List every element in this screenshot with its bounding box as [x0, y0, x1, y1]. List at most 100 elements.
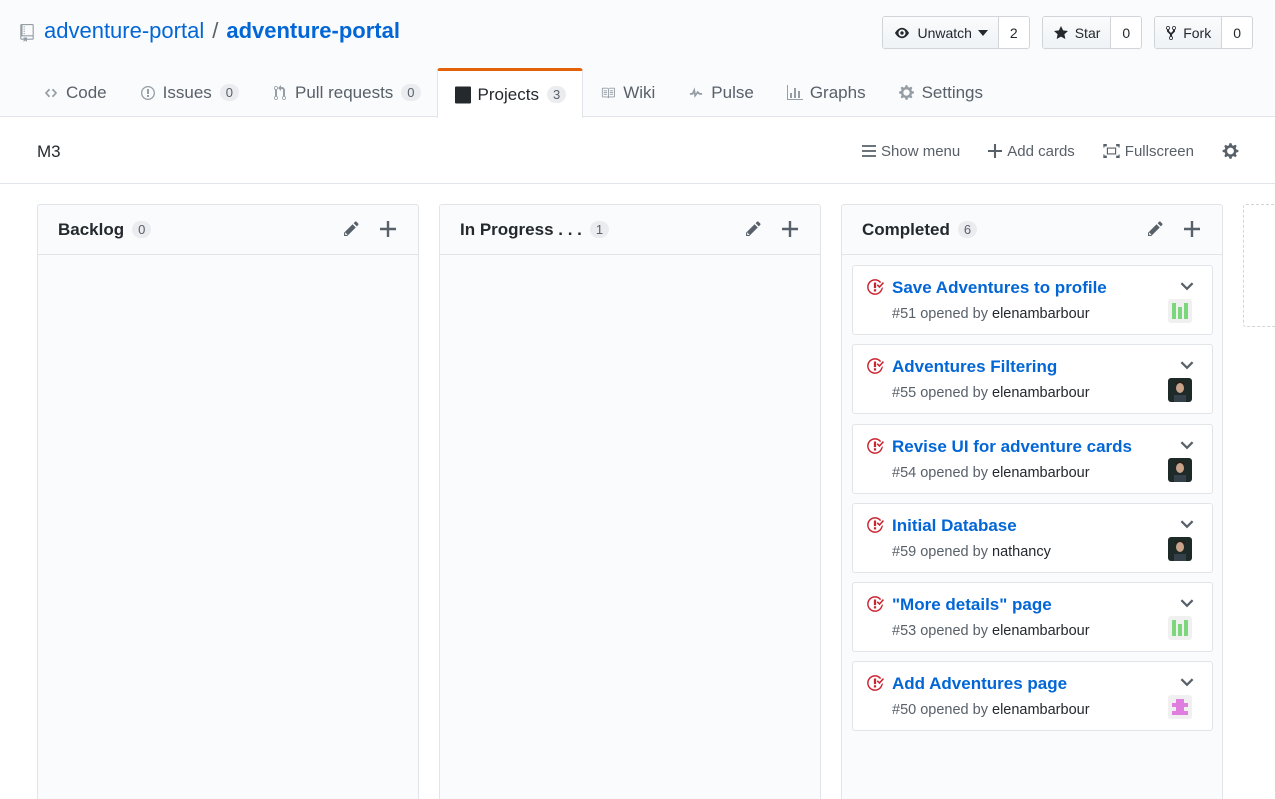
tab-code[interactable]: Code [26, 68, 123, 117]
chevron-down-icon[interactable] [1180, 437, 1194, 453]
plus-icon[interactable] [782, 220, 798, 237]
column-count: 0 [132, 221, 152, 238]
column-completed: Completed 6 Save Adventures to profile #… [841, 204, 1223, 799]
unwatch-button[interactable]: Unwatch [883, 17, 999, 48]
column-count: 6 [957, 221, 978, 238]
avatar[interactable] [1168, 537, 1192, 561]
code-icon [42, 86, 60, 100]
card-title[interactable]: Adventures Filtering [892, 357, 1057, 377]
plus-icon[interactable] [1184, 220, 1200, 237]
tab-projects[interactable]: Projects 3 [436, 68, 584, 118]
column-actions [745, 220, 798, 237]
issue-number: #51 [892, 306, 917, 322]
card-author[interactable]: nathancy [992, 544, 1051, 560]
opened-by-text: opened by [920, 306, 988, 322]
caret-down-icon [977, 29, 988, 36]
card-title[interactable]: Initial Database [892, 516, 1017, 536]
avatar[interactable] [1168, 458, 1192, 482]
issue-card[interactable]: Save Adventures to profile #51 opened by… [852, 265, 1213, 335]
card-author[interactable]: elenambarbour [992, 306, 1090, 322]
column-title: Completed [862, 219, 950, 239]
issue-card[interactable]: Revise UI for adventure cards #54 opened… [852, 424, 1213, 494]
project-name: M3 [37, 142, 61, 161]
tab-settings[interactable]: Settings [882, 68, 999, 117]
pencil-icon[interactable] [1147, 220, 1164, 237]
column-title: Backlog [58, 219, 125, 239]
avatar[interactable] [1168, 695, 1192, 719]
pulse-icon [687, 86, 705, 100]
repo-actions: Unwatch 2 Star 0 Fork 0 [882, 16, 1253, 49]
repo-header: adventure-portal / adventure-portal Unwa… [0, 0, 1275, 118]
issue-card[interactable]: Add Adventures page #50 opened by elenam… [852, 661, 1213, 731]
closed-issue-icon [865, 595, 885, 616]
issue-card[interactable]: Initial Database #59 opened by nathancy [852, 503, 1213, 573]
fullscreen-button[interactable]: Fullscreen [1103, 143, 1194, 160]
column-header: Backlog 0 [38, 205, 418, 255]
repo-title: adventure-portal / adventure-portal [20, 18, 400, 44]
tab-pulse[interactable]: Pulse [671, 68, 770, 117]
issue-card[interactable]: "More details" page #53 opened by elenam… [852, 582, 1213, 652]
gear-icon [1222, 143, 1239, 159]
opened-by-text: opened by [920, 623, 988, 639]
issue-number: #50 [892, 702, 917, 718]
avatar[interactable] [1168, 299, 1192, 323]
column-header: Completed 6 [842, 205, 1222, 255]
chevron-down-icon[interactable] [1180, 516, 1194, 532]
avatar[interactable] [1168, 616, 1192, 640]
issue-number: #53 [892, 623, 917, 639]
plus-icon [988, 144, 1003, 158]
tab-code-label: Code [66, 82, 107, 102]
watchers-count[interactable]: 2 [998, 17, 1029, 48]
repo-owner-link[interactable]: adventure-portal [44, 18, 204, 44]
chevron-down-icon[interactable] [1180, 357, 1194, 373]
star-button[interactable]: Star [1042, 17, 1112, 48]
tab-pulse-label: Pulse [711, 82, 754, 102]
card-author[interactable]: elenambarbour [992, 623, 1090, 639]
issue-number: #59 [892, 544, 917, 560]
repo-separator: / [212, 18, 219, 43]
tab-wiki-label: Wiki [623, 82, 656, 102]
pull-requests-counter: 0 [401, 84, 421, 101]
card-meta: #53 opened by elenambarbour [892, 623, 1090, 639]
chevron-down-icon[interactable] [1180, 278, 1194, 294]
tab-wiki[interactable]: Wiki [583, 68, 671, 117]
repo-icon [20, 22, 34, 42]
card-meta: #54 opened by elenambarbour [892, 465, 1090, 481]
issues-counter: 0 [219, 84, 240, 101]
tab-issues[interactable]: Issues 0 [123, 68, 255, 117]
fork-button[interactable]: Fork [1155, 17, 1223, 48]
pencil-icon[interactable] [343, 220, 360, 237]
repo-name-link[interactable]: adventure-portal [226, 18, 400, 44]
card-title[interactable]: "More details" page [892, 595, 1052, 615]
graph-icon [786, 84, 804, 101]
avatar[interactable] [1168, 378, 1192, 402]
card-title[interactable]: Add Adventures page [892, 674, 1067, 694]
column-title: In Progress . . . [460, 219, 582, 239]
add-column-placeholder[interactable] [1243, 204, 1275, 327]
stars-count[interactable]: 0 [1111, 17, 1142, 48]
issue-number: #55 [892, 385, 917, 401]
chevron-down-icon[interactable] [1180, 674, 1194, 690]
tab-graphs[interactable]: Graphs [770, 68, 882, 117]
add-cards-button[interactable]: Add cards [988, 143, 1075, 160]
card-title[interactable]: Revise UI for adventure cards [892, 437, 1132, 457]
hamburger-icon [862, 145, 877, 157]
pencil-icon[interactable] [745, 220, 762, 237]
fullscreen-icon [1103, 144, 1120, 158]
card-author[interactable]: elenambarbour [992, 702, 1090, 718]
tab-pull-requests[interactable]: Pull requests 0 [255, 68, 437, 117]
issue-card[interactable]: Adventures Filtering #55 opened by elena… [852, 344, 1213, 414]
eye-icon [895, 27, 910, 38]
project-settings-button[interactable] [1222, 142, 1239, 160]
plus-icon[interactable] [380, 220, 396, 237]
chevron-down-icon[interactable] [1180, 595, 1194, 611]
tab-issues-label: Issues [162, 82, 212, 102]
show-menu-button[interactable]: Show menu [862, 143, 960, 160]
star-icon [1053, 25, 1068, 39]
tab-pull-requests-label: Pull requests [295, 82, 394, 102]
card-title[interactable]: Save Adventures to profile [892, 278, 1107, 298]
card-author[interactable]: elenambarbour [992, 465, 1090, 481]
forks-count[interactable]: 0 [1222, 17, 1252, 48]
closed-issue-icon [865, 674, 885, 695]
card-author[interactable]: elenambarbour [992, 385, 1090, 401]
